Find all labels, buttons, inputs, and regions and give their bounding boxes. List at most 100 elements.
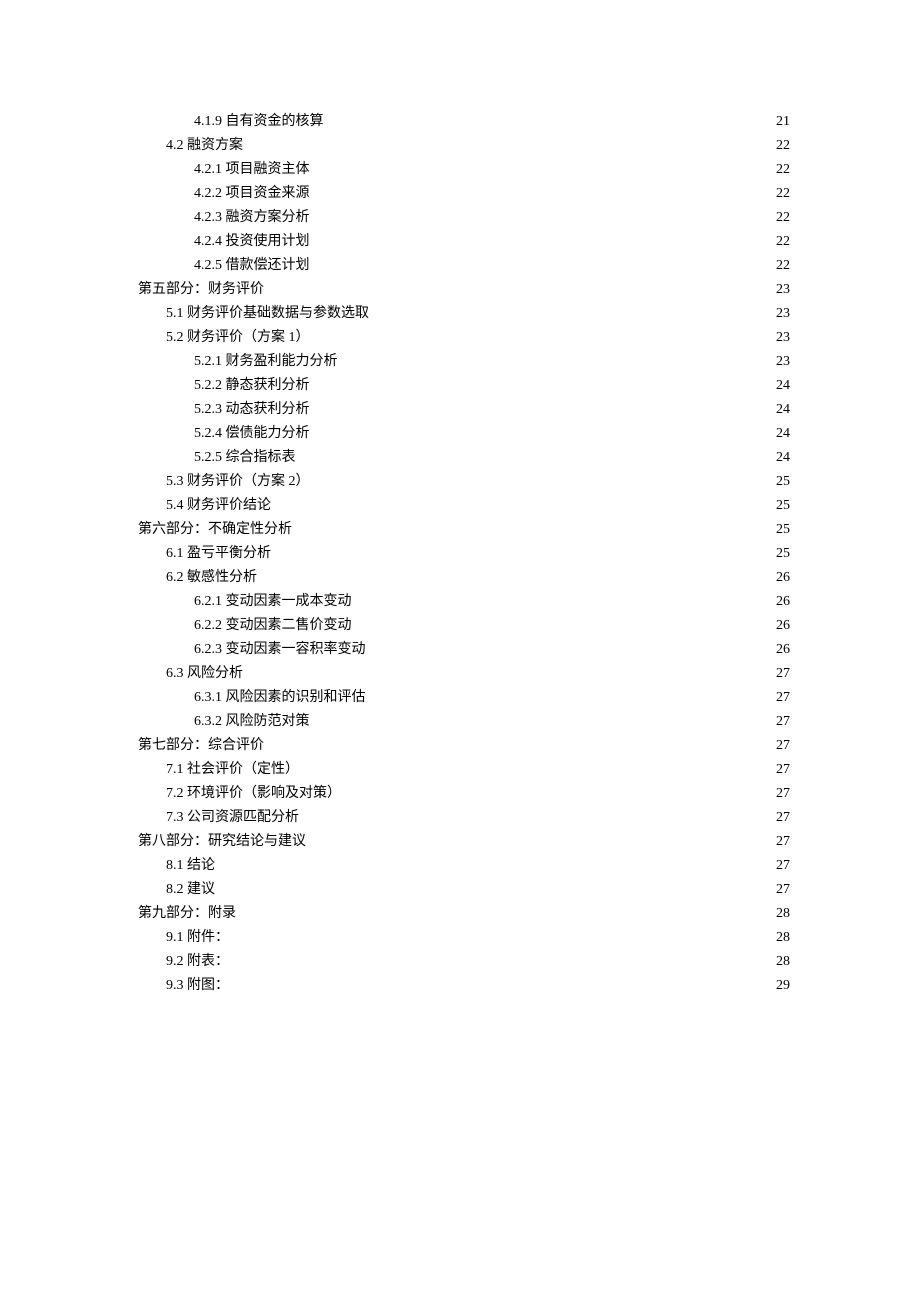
toc-entry-title: 4.2.4 投资使用计划 xyxy=(194,230,310,254)
toc-entry-page: 22 xyxy=(776,206,790,230)
toc-entry: 6.2.3 变动因素一容积率变动 26 xyxy=(194,638,790,662)
toc-entry-page: 27 xyxy=(776,782,790,806)
toc-entry-title: 4.2.3 融资方案分析 xyxy=(194,206,310,230)
toc-entry-title: 9.2 附表： xyxy=(166,950,229,974)
toc-entry-page: 23 xyxy=(776,326,790,350)
toc-entry: 6.3.1 风险因素的识别和评估27 xyxy=(194,686,790,710)
toc-entry-title: 6.2 敏感性分析 xyxy=(166,566,257,590)
toc-entry-title: 6.3.2 风险防范对策 xyxy=(194,710,310,734)
toc-entry-page: 24 xyxy=(776,374,790,398)
toc-entry-page: 24 xyxy=(776,422,790,446)
toc-entry: 8.2 建议 27 xyxy=(166,878,790,902)
toc-entry-title: 7.3 公司资源匹配分析 xyxy=(166,806,299,830)
toc-entry: 8.1 结论27 xyxy=(166,854,790,878)
toc-entry-page: 28 xyxy=(776,902,790,926)
toc-entry: 9.3 附图： 29 xyxy=(166,974,790,998)
toc-entry: 9.2 附表： 28 xyxy=(166,950,790,974)
toc-entry-title: 5.1 财务评价基础数据与参数选取 xyxy=(166,302,369,326)
toc-entry-title: 7.2 环境评价（影响及对策） xyxy=(166,782,341,806)
toc-entry: 7.2 环境评价（影响及对策） 27 xyxy=(166,782,790,806)
toc-entry-title: 9.1 附件： xyxy=(166,926,229,950)
toc-entry-title: 6.2.1 变动因素一成本变动 xyxy=(194,590,352,614)
toc-entry-title: 4.2 融资方案 xyxy=(166,134,243,158)
toc-entry-title: 5.2.3 动态获利分析 xyxy=(194,398,310,422)
toc-entry-page: 26 xyxy=(776,566,790,590)
toc-entry-page: 28 xyxy=(776,926,790,950)
toc-entry-title: 第六部分：不确定性分析 xyxy=(138,518,292,542)
toc-entry-page: 22 xyxy=(776,134,790,158)
table-of-contents: 4.1.9 自有资金的核算214.2 融资方案224.2.1 项目融资主体224… xyxy=(138,110,790,998)
toc-entry: 第九部分：附录 28 xyxy=(138,902,790,926)
toc-entry-page: 27 xyxy=(776,806,790,830)
toc-entry-page: 22 xyxy=(776,254,790,278)
toc-entry-title: 9.3 附图： xyxy=(166,974,229,998)
toc-entry-title: 5.2.2 静态获利分析 xyxy=(194,374,310,398)
toc-entry-title: 第八部分：研究结论与建议 xyxy=(138,830,306,854)
toc-entry-page: 22 xyxy=(776,182,790,206)
toc-entry: 4.2.3 融资方案分析 22 xyxy=(194,206,790,230)
toc-entry-page: 27 xyxy=(776,710,790,734)
toc-entry: 6.2.2 变动因素二售价变动 26 xyxy=(194,614,790,638)
toc-entry-title: 8.2 建议 xyxy=(166,878,215,902)
toc-entry: 5.2.1 财务盈利能力分析23 xyxy=(194,350,790,374)
toc-entry-page: 21 xyxy=(776,110,790,134)
toc-entry-title: 6.3 风险分析 xyxy=(166,662,243,686)
toc-entry: 4.2.4 投资使用计划 22 xyxy=(194,230,790,254)
toc-entry-page: 26 xyxy=(776,638,790,662)
toc-entry-page: 25 xyxy=(776,470,790,494)
toc-entry: 7.1 社会评价（定性）27 xyxy=(166,758,790,782)
toc-entry: 第五部分：财务评价 23 xyxy=(138,278,790,302)
toc-entry: 5.2.4 偿债能力分析24 xyxy=(194,422,790,446)
toc-entry-page: 22 xyxy=(776,158,790,182)
toc-entry-title: 6.3.1 风险因素的识别和评估 xyxy=(194,686,366,710)
toc-entry-page: 27 xyxy=(776,830,790,854)
toc-entry-page: 25 xyxy=(776,518,790,542)
toc-entry-title: 第五部分：财务评价 xyxy=(138,278,264,302)
toc-entry-page: 27 xyxy=(776,878,790,902)
toc-entry-title: 5.3 财务评价（方案 2） xyxy=(166,470,310,494)
toc-entry-page: 22 xyxy=(776,230,790,254)
toc-entry-title: 6.2.3 变动因素一容积率变动 xyxy=(194,638,366,662)
toc-entry-title: 5.2 财务评价（方案 1） xyxy=(166,326,310,350)
toc-entry-page: 24 xyxy=(776,398,790,422)
toc-entry-page: 26 xyxy=(776,590,790,614)
toc-entry: 4.2 融资方案 22 xyxy=(166,134,790,158)
toc-entry-title: 4.2.5 借款偿还计划 xyxy=(194,254,310,278)
toc-entry-title: 4.2.1 项目融资主体 xyxy=(194,158,310,182)
toc-entry: 5.2 财务评价（方案 1） 23 xyxy=(166,326,790,350)
toc-entry: 9.1 附件： 28 xyxy=(166,926,790,950)
toc-entry-page: 27 xyxy=(776,662,790,686)
toc-entry-title: 第九部分：附录 xyxy=(138,902,236,926)
toc-entry-title: 第七部分：综合评价 xyxy=(138,734,264,758)
toc-entry: 4.2.5 借款偿还计划 22 xyxy=(194,254,790,278)
toc-entry: 5.3 财务评价（方案 2） 25 xyxy=(166,470,790,494)
toc-entry-page: 27 xyxy=(776,734,790,758)
toc-entry-page: 25 xyxy=(776,494,790,518)
toc-entry: 4.2.2 项目资金来源22 xyxy=(194,182,790,206)
toc-entry: 第八部分：研究结论与建议 27 xyxy=(138,830,790,854)
toc-entry-title: 5.4 财务评价结论 xyxy=(166,494,271,518)
toc-entry: 7.3 公司资源匹配分析 27 xyxy=(166,806,790,830)
toc-entry: 5.4 财务评价结论 25 xyxy=(166,494,790,518)
toc-entry: 6.3.2 风险防范对策 27 xyxy=(194,710,790,734)
toc-entry: 6.1 盈亏平衡分析 25 xyxy=(166,542,790,566)
toc-entry-page: 28 xyxy=(776,950,790,974)
toc-entry-page: 26 xyxy=(776,614,790,638)
toc-entry-title: 6.1 盈亏平衡分析 xyxy=(166,542,271,566)
toc-entry-title: 5.2.5 综合指标表 xyxy=(194,446,296,470)
toc-entry: 6.3 风险分析 27 xyxy=(166,662,790,686)
toc-entry: 6.2 敏感性分析 26 xyxy=(166,566,790,590)
toc-entry-page: 25 xyxy=(776,542,790,566)
toc-entry-page: 29 xyxy=(776,974,790,998)
toc-entry-title: 6.2.2 变动因素二售价变动 xyxy=(194,614,352,638)
toc-entry-page: 23 xyxy=(776,278,790,302)
toc-entry: 5.2.5 综合指标表24 xyxy=(194,446,790,470)
toc-entry: 5.2.2 静态获利分析 24 xyxy=(194,374,790,398)
toc-entry: 4.2.1 项目融资主体 22 xyxy=(194,158,790,182)
toc-entry: 5.1 财务评价基础数据与参数选取 23 xyxy=(166,302,790,326)
toc-entry: 第七部分：综合评价 27 xyxy=(138,734,790,758)
toc-entry-title: 8.1 结论 xyxy=(166,854,215,878)
toc-entry-title: 5.2.1 财务盈利能力分析 xyxy=(194,350,338,374)
toc-entry-page: 27 xyxy=(776,758,790,782)
toc-entry-page: 23 xyxy=(776,302,790,326)
